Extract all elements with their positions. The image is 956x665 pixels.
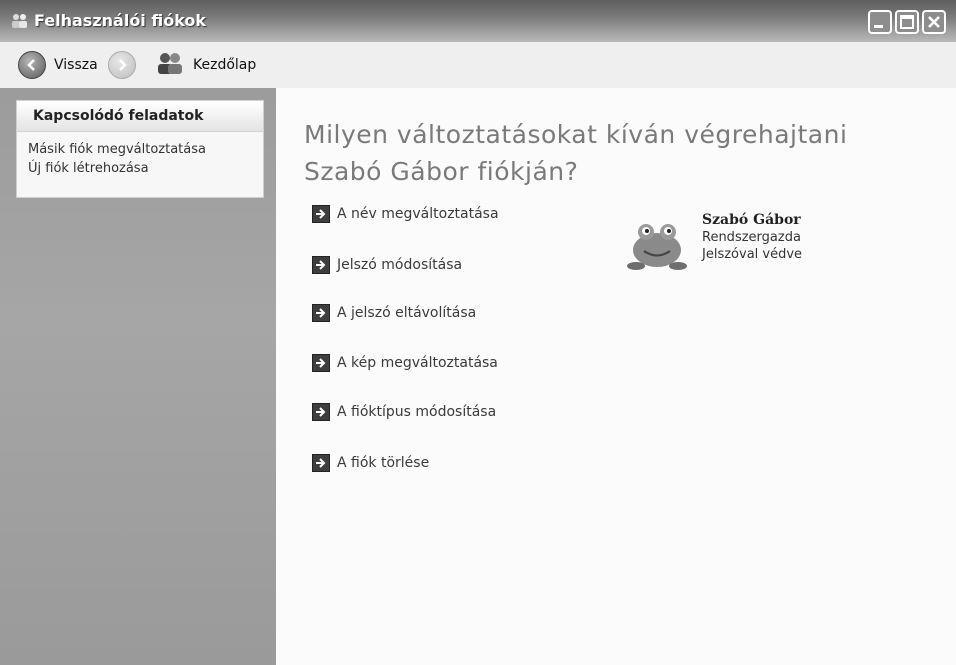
sidebar-link-create-account[interactable]: Új fiók létrehozása [17, 159, 263, 178]
back-label: Vissza [54, 57, 98, 73]
back-arrow-icon [18, 51, 46, 79]
toolbar: Vissza Kezdőlap [0, 42, 956, 89]
task-remove-password[interactable]: A jelszó eltávolítása [312, 302, 476, 324]
task-label: Jelszó módosítása [337, 257, 463, 273]
task-label: A kép megváltoztatása [337, 355, 498, 371]
home-users-icon [155, 51, 185, 79]
account-card: Szabó Gábor Rendszergazda Jelszóval védv… [624, 210, 854, 280]
page-title: Milyen változtatásokat kíván végrehajtan… [304, 120, 848, 186]
account-role: Rendszergazda [702, 230, 801, 245]
forward-button[interactable] [108, 50, 136, 80]
task-label: A név megváltoztatása [337, 206, 499, 222]
account-name: Szabó Gábor [702, 212, 801, 228]
window-title: Felhasználói fiókok [34, 11, 207, 30]
home-button[interactable]: Kezdőlap [155, 50, 256, 80]
minimize-icon [874, 25, 883, 28]
task-delete-account[interactable]: A fiók törlése [312, 452, 429, 474]
main-content: Milyen változtatásokat kíván végrehajtan… [276, 88, 956, 665]
task-change-picture[interactable]: A kép megváltoztatása [312, 352, 498, 374]
task-label: A fiók törlése [337, 455, 430, 471]
minimize-button[interactable] [868, 10, 892, 34]
user-accounts-icon [10, 12, 30, 30]
task-change-account-type[interactable]: A fióktípus módosítása [312, 401, 496, 423]
arrow-right-icon [312, 205, 330, 223]
sidebar-link-change-other-account[interactable]: Másik fiók megváltoztatása [17, 140, 263, 159]
home-label: Kezdőlap [193, 57, 257, 73]
task-label: A jelszó eltávolítása [337, 305, 477, 321]
related-tasks-panel: Kapcsolódó feladatok Másik fiók megválto… [16, 100, 264, 198]
arrow-right-icon [312, 304, 330, 322]
panel-title: Kapcsolódó feladatok [17, 101, 263, 132]
close-button[interactable] [922, 10, 946, 34]
arrow-right-icon [312, 354, 330, 372]
close-icon [928, 16, 940, 28]
maximize-icon [900, 15, 914, 29]
maximize-button[interactable] [895, 10, 919, 34]
title-bar: Felhasználói fiókok [0, 0, 956, 42]
frog-avatar-icon [624, 216, 690, 272]
task-change-password[interactable]: Jelszó módosítása [312, 254, 462, 276]
back-button[interactable]: Vissza [18, 50, 98, 80]
arrow-right-icon [312, 256, 330, 274]
task-change-name[interactable]: A név megváltoztatása [312, 203, 499, 225]
forward-arrow-icon [108, 51, 136, 79]
account-status: Jelszóval védve [702, 247, 803, 262]
arrow-right-icon [312, 454, 330, 472]
arrow-right-icon [312, 403, 330, 421]
sidebar: Kapcsolódó feladatok Másik fiók megválto… [0, 88, 276, 665]
task-label: A fióktípus módosítása [337, 404, 497, 420]
